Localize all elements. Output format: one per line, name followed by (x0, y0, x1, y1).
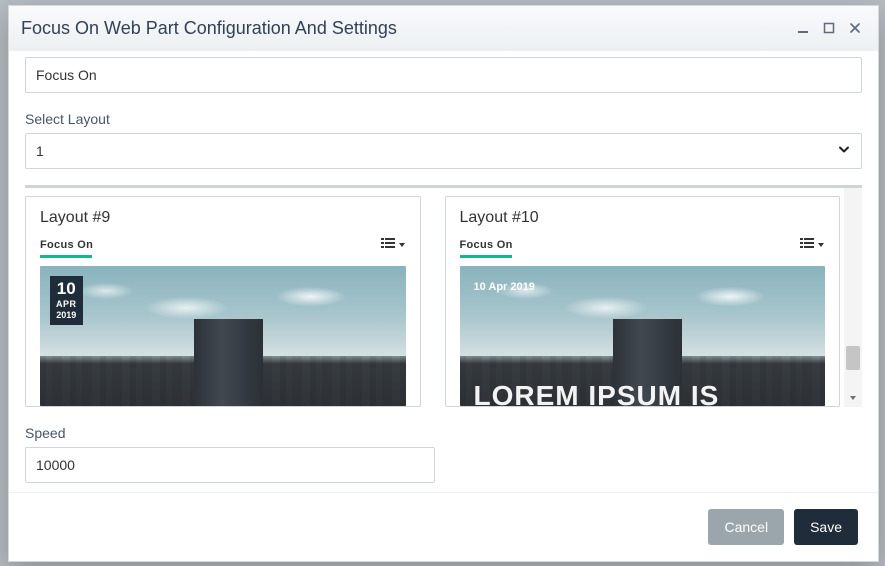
list-icon (381, 237, 395, 252)
dialog-titlebar: Focus On Web Part Configuration And Sett… (9, 6, 878, 51)
layout-gallery: Layout #9 Focus On (25, 185, 862, 407)
layout-card-header-text: Focus On (460, 239, 513, 251)
select-layout-label: Select Layout (25, 111, 862, 127)
layout-card[interactable]: Layout #10 Focus On (445, 196, 841, 407)
layout-card-header: Focus On (460, 237, 826, 252)
accent-underline (40, 255, 92, 258)
scroll-down-icon[interactable] (844, 389, 862, 407)
layout-card-header: Focus On (40, 237, 406, 252)
layout-preview: 10 Apr 2019 LOREM IPSUM IS (460, 266, 826, 406)
config-dialog: Focus On Web Part Configuration And Sett… (8, 5, 879, 562)
accent-underline (460, 255, 512, 258)
date-day: 10 (56, 280, 77, 297)
date-inline: 10 Apr 2019 (474, 282, 535, 293)
select-layout-dropdown[interactable] (25, 133, 862, 169)
cancel-button[interactable]: Cancel (708, 509, 784, 545)
list-view-toggle[interactable] (800, 237, 825, 252)
layout-card-title: Layout #10 (460, 209, 826, 227)
speed-label: Speed (25, 425, 862, 441)
focus-on-input[interactable] (25, 57, 862, 93)
scrollbar-thumb[interactable] (846, 346, 860, 370)
layout-scrollbar[interactable] (844, 188, 862, 407)
list-icon (800, 237, 814, 252)
close-icon[interactable] (844, 17, 866, 39)
layout-preview: 10 APR 2019 (40, 266, 406, 406)
layout-card-header-text: Focus On (40, 239, 93, 251)
hero-text: LOREM IPSUM IS (474, 380, 720, 406)
date-month: APR (56, 300, 77, 309)
minimize-icon[interactable] (792, 17, 814, 39)
date-badge: 10 APR 2019 (50, 276, 83, 325)
layout-card-title: Layout #9 (40, 209, 406, 227)
caret-down-icon (398, 238, 406, 252)
save-button[interactable]: Save (794, 509, 858, 545)
maximize-icon[interactable] (818, 17, 840, 39)
date-year: 2019 (56, 311, 77, 320)
dialog-footer: Cancel Save (9, 492, 878, 561)
layout-card[interactable]: Layout #9 Focus On (25, 196, 421, 407)
speed-input[interactable] (25, 447, 435, 483)
select-layout-wrap (25, 133, 862, 169)
layout-gallery-inner: Layout #9 Focus On (25, 196, 840, 407)
dialog-body: Select Layout Layout #9 Focus On (9, 51, 878, 492)
dialog-title-text: Focus On Web Part Configuration And Sett… (21, 18, 788, 39)
caret-down-icon (817, 238, 825, 252)
list-view-toggle[interactable] (381, 237, 406, 252)
